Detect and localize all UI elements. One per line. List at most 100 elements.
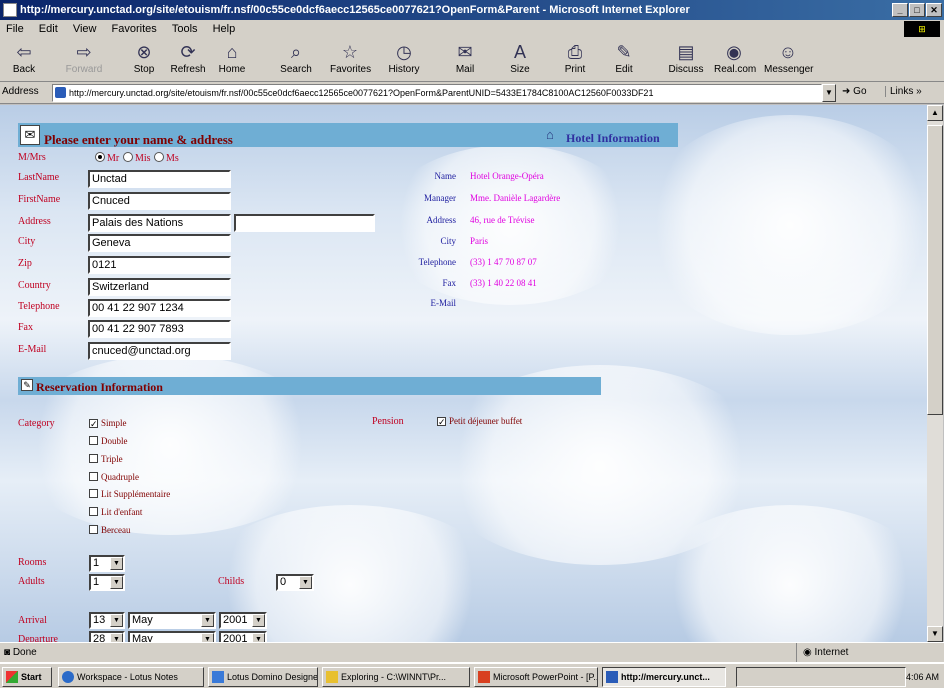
stop-button[interactable]: ⊗ Stop bbox=[124, 40, 164, 80]
task-internet-explorer[interactable]: http://mercury.unct... bbox=[602, 667, 726, 687]
links-button[interactable]: Links » bbox=[885, 86, 922, 97]
category-extra-bed-checkbox[interactable]: Lit Supplémentaire bbox=[89, 489, 170, 499]
telephone-input[interactable]: 00 41 22 907 1234 bbox=[88, 299, 231, 317]
menu-favorites[interactable]: Favorites bbox=[106, 23, 163, 35]
checkbox-icon bbox=[89, 489, 98, 498]
print-button[interactable]: ⎙ Print bbox=[555, 40, 595, 80]
departure-month-select[interactable]: May ▼ bbox=[128, 631, 216, 642]
hotel-city-value: Paris bbox=[470, 236, 488, 246]
messenger-button[interactable]: ☺ Messenger bbox=[764, 40, 813, 80]
task-powerpoint[interactable]: Microsoft PowerPoint - [P... bbox=[474, 667, 598, 687]
discuss-button[interactable]: ▤ Discuss bbox=[666, 40, 706, 80]
lastname-input[interactable]: Unctad bbox=[88, 170, 231, 188]
scrollbar-thumb[interactable] bbox=[927, 125, 943, 415]
childs-select[interactable]: 0 ▼ bbox=[276, 574, 314, 591]
security-zone: ◉ Internet bbox=[796, 643, 944, 663]
arrival-month-select[interactable]: May ▼ bbox=[128, 612, 216, 629]
radio-mr[interactable]: Mr bbox=[95, 152, 119, 164]
zip-input[interactable]: 0121 bbox=[88, 256, 231, 274]
task-exploring[interactable]: Exploring - C:\WINNT\Pr... bbox=[322, 667, 470, 687]
category-child-bed-checkbox[interactable]: Lit d'enfant bbox=[89, 507, 142, 517]
address-line1-input[interactable]: Palais des Nations bbox=[88, 214, 231, 232]
search-button[interactable]: ⌕ Search bbox=[276, 40, 316, 80]
checkbox-icon: ✓ bbox=[437, 417, 446, 427]
clock: 4:06 AM bbox=[906, 672, 940, 682]
forward-button[interactable]: ⇨ Forward bbox=[64, 40, 104, 80]
scroll-up-button[interactable]: ▲ bbox=[927, 105, 943, 121]
home-button[interactable]: ⌂ Home bbox=[212, 40, 252, 80]
address-label: Address bbox=[2, 86, 39, 97]
rooms-select[interactable]: 1 ▼ bbox=[89, 555, 125, 572]
home-icon: ⌂ bbox=[226, 42, 238, 62]
category-double-checkbox[interactable]: Double bbox=[89, 436, 128, 446]
stop-icon: ⊗ bbox=[136, 42, 152, 62]
go-button[interactable]: ➜ Go bbox=[842, 86, 867, 97]
adults-label: Adults bbox=[18, 576, 45, 587]
fax-input[interactable]: 00 41 22 907 7893 bbox=[88, 320, 231, 338]
scroll-down-button[interactable]: ▼ bbox=[927, 626, 943, 642]
lotus-notes-icon bbox=[62, 671, 74, 683]
menu-tools[interactable]: Tools bbox=[166, 23, 204, 35]
history-button[interactable]: ◷ History bbox=[384, 40, 424, 80]
favorites-button[interactable]: ☆ Favorites bbox=[330, 40, 371, 80]
email-input[interactable]: cnuced@unctad.org bbox=[88, 342, 231, 360]
close-button[interactable]: ✕ bbox=[926, 3, 942, 17]
adults-select[interactable]: 1 ▼ bbox=[89, 574, 125, 591]
size-button[interactable]: A Size bbox=[500, 40, 540, 80]
realcom-button[interactable]: ◉ Real.com bbox=[714, 40, 756, 80]
radio-ms[interactable]: Ms bbox=[154, 152, 179, 164]
arrival-day-select[interactable]: 13 ▼ bbox=[89, 612, 125, 629]
task-lotus-notes[interactable]: Workspace - Lotus Notes bbox=[58, 667, 204, 687]
back-button[interactable]: ⇦ Back bbox=[4, 40, 44, 80]
radio-mis[interactable]: Mis bbox=[123, 152, 151, 164]
vertical-scrollbar[interactable]: ▲ ▼ bbox=[927, 105, 943, 642]
size-icon: A bbox=[513, 42, 526, 62]
city-input[interactable]: Geneva bbox=[88, 234, 231, 252]
pension-checkbox[interactable]: ✓ Petit déjeuner buffet bbox=[437, 416, 522, 427]
hotel-section-title: Hotel Information bbox=[566, 131, 660, 145]
windows-logo-icon bbox=[6, 671, 18, 683]
print-icon: ⎙ bbox=[567, 42, 583, 62]
menu-edit[interactable]: Edit bbox=[33, 23, 64, 35]
folder-icon bbox=[326, 671, 338, 683]
edit-button[interactable]: ✎ Edit bbox=[604, 40, 644, 80]
address-dropdown-button[interactable]: ▼ bbox=[822, 84, 836, 102]
task-domino-designer[interactable]: Lotus Domino Designer bbox=[208, 667, 318, 687]
email-label: E-Mail bbox=[18, 344, 47, 355]
category-simple-checkbox[interactable]: ✓ Simple bbox=[89, 418, 127, 429]
dropdown-arrow-icon: ▼ bbox=[110, 614, 123, 627]
departure-day-select[interactable]: 28 ▼ bbox=[89, 631, 125, 642]
cloud-decoration bbox=[640, 115, 927, 335]
category-triple-checkbox[interactable]: Triple bbox=[89, 454, 123, 464]
hotel-manager-label: Manager bbox=[424, 193, 456, 203]
menu-view[interactable]: View bbox=[67, 23, 103, 35]
window-title-bar[interactable]: http://mercury.unctad.org/site/etouism/f… bbox=[0, 0, 944, 20]
category-quadruple-checkbox[interactable]: Quadruple bbox=[89, 472, 139, 482]
radio-mis-dot bbox=[123, 152, 133, 162]
hotel-name-value: Hotel Orange-Opéra bbox=[470, 171, 544, 181]
country-input[interactable]: Switzerland bbox=[88, 278, 231, 296]
mail-button[interactable]: ✉ Mail bbox=[445, 40, 485, 80]
arrival-year-select[interactable]: 2001 ▼ bbox=[219, 612, 267, 629]
dropdown-arrow-icon: ▼ bbox=[201, 633, 214, 642]
minimize-button[interactable]: _ bbox=[892, 3, 908, 17]
start-button[interactable]: Start bbox=[2, 667, 52, 687]
toolbar: ⇦ Back ⇨ Forward ⊗ Stop ⟳ Refresh ⌂ Home ⌕ Sea… bbox=[0, 38, 944, 82]
status-text: ◙ Done bbox=[4, 647, 37, 658]
menu-help[interactable]: Help bbox=[207, 23, 242, 35]
departure-label: Departure bbox=[18, 634, 58, 642]
history-icon: ◷ bbox=[396, 42, 412, 62]
departure-year-select[interactable]: 2001 ▼ bbox=[219, 631, 267, 642]
dropdown-arrow-icon: ▼ bbox=[110, 576, 123, 589]
firstname-input[interactable]: Cnuced bbox=[88, 192, 231, 210]
address-input[interactable]: http://mercury.unctad.org/site/etouism/f… bbox=[52, 84, 822, 102]
hotel-fax-value: (33) 1 40 22 08 41 bbox=[470, 278, 537, 288]
refresh-button[interactable]: ⟳ Refresh bbox=[168, 40, 208, 80]
category-cradle-checkbox[interactable]: Berceau bbox=[89, 525, 130, 535]
maximize-button[interactable]: □ bbox=[909, 3, 925, 17]
dropdown-arrow-icon: ▼ bbox=[299, 576, 312, 589]
checkbox-icon bbox=[89, 436, 98, 445]
address-line2-input[interactable] bbox=[234, 214, 375, 232]
reservation-section-title: Reservation Information bbox=[36, 380, 163, 394]
menu-file[interactable]: File bbox=[0, 23, 30, 35]
